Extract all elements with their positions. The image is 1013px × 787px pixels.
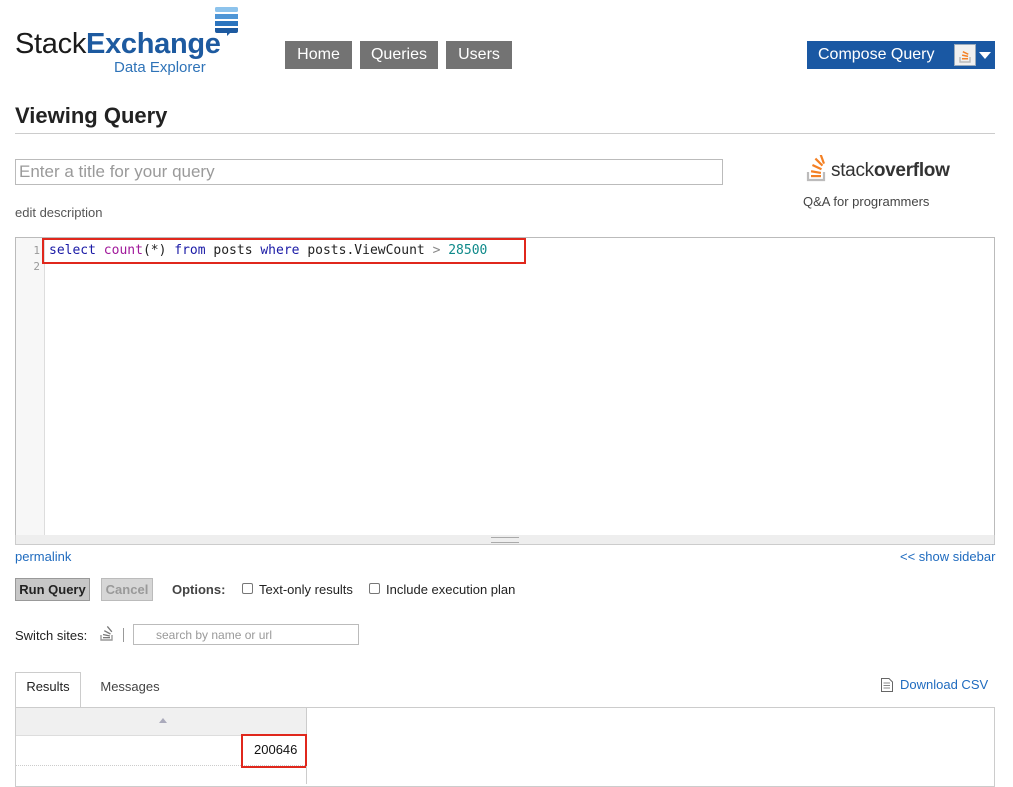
- permalink-link[interactable]: permalink: [15, 549, 71, 564]
- nav-users-button[interactable]: Users: [446, 41, 512, 69]
- switch-sites-label: Switch sites:: [15, 628, 88, 643]
- stackoverflow-small-icon[interactable]: [100, 625, 114, 641]
- stackexchange-logo-icon: [215, 7, 238, 36]
- execution-plan-label[interactable]: Include execution plan: [386, 582, 515, 597]
- compose-query-button[interactable]: Compose Query: [807, 41, 995, 69]
- line-number: 1: [33, 244, 40, 257]
- text-only-checkbox[interactable]: [242, 583, 253, 594]
- options-label: Options:: [172, 582, 226, 597]
- show-sidebar-link[interactable]: << show sidebar: [900, 549, 995, 564]
- nav-home-button[interactable]: Home: [285, 41, 352, 69]
- sort-arrow-icon[interactable]: [159, 718, 167, 723]
- site-name-bold: overflow: [873, 160, 950, 181]
- divider: [123, 628, 124, 642]
- run-query-button[interactable]: Run Query: [15, 578, 90, 601]
- stackoverflow-icon: [806, 155, 826, 182]
- logo-word-exchange: Exchange: [86, 28, 221, 60]
- nav-queries-button[interactable]: Queries: [360, 41, 438, 69]
- edit-description-link[interactable]: edit description: [15, 205, 102, 220]
- resize-grip-icon[interactable]: [491, 537, 519, 543]
- logo-subtitle: Data Explorer: [114, 59, 206, 76]
- logo-word-stack: Stack: [15, 28, 87, 60]
- query-title-input[interactable]: [15, 159, 723, 185]
- code-paren: (*): [142, 243, 167, 258]
- sql-editor[interactable]: 1 2 select count(*) from posts where pos…: [15, 237, 995, 536]
- site-tagline: Q&A for programmers: [803, 194, 930, 209]
- table-cell: 200646: [254, 742, 298, 757]
- site-name: stackoverflow: [831, 160, 950, 182]
- code-number: 28500: [448, 243, 488, 258]
- tab-results[interactable]: Results: [15, 672, 81, 707]
- chevron-down-icon[interactable]: [979, 52, 991, 59]
- logo-wordmark[interactable]: StackExchange: [15, 26, 221, 62]
- cancel-button[interactable]: Cancel: [101, 578, 153, 601]
- site-avatar-icon[interactable]: [954, 44, 976, 66]
- download-csv-link[interactable]: Download CSV: [900, 677, 988, 692]
- page-title: Viewing Query: [15, 103, 168, 128]
- code-column: posts.ViewCount: [307, 243, 425, 258]
- code-keyword-select: select: [49, 243, 96, 258]
- code-keyword-where: where: [260, 243, 300, 258]
- title-divider: [15, 133, 995, 134]
- code-line[interactable]: select count(*) from posts where posts.V…: [49, 243, 487, 258]
- tab-messages[interactable]: Messages: [95, 672, 165, 702]
- code-function-count: count: [103, 243, 143, 258]
- site-search-input[interactable]: [133, 624, 359, 645]
- document-icon[interactable]: [880, 677, 894, 693]
- text-only-label[interactable]: Text-only results: [259, 582, 353, 597]
- editor-gutter: 1 2: [16, 238, 45, 535]
- site-name-light: stack: [831, 160, 874, 181]
- code-keyword-from: from: [174, 243, 206, 258]
- compose-query-label: Compose Query: [818, 46, 935, 63]
- line-number: 2: [33, 260, 40, 273]
- code-table: posts: [213, 243, 253, 258]
- code-operator: >: [432, 243, 441, 258]
- execution-plan-checkbox[interactable]: [369, 583, 380, 594]
- table-row: [16, 766, 307, 784]
